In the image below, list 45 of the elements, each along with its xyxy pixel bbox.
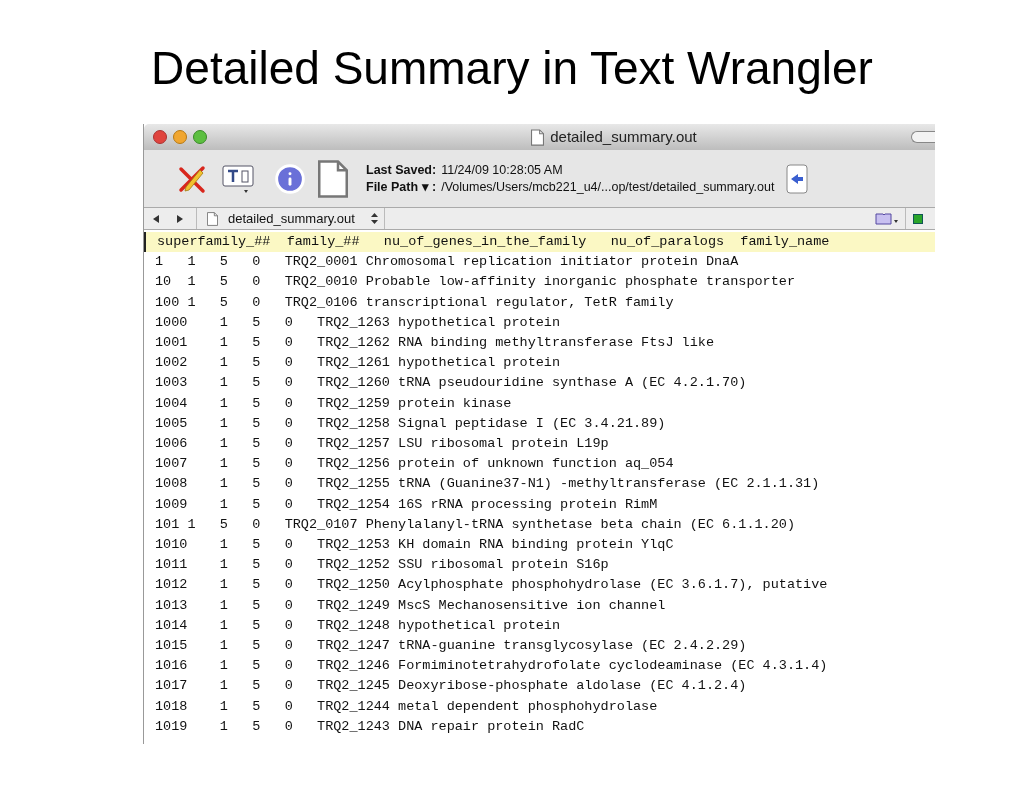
text-line: 1005 1 5 0 TRQ2_1258 Signal peptidase I (EC 3.4.21.89) (154, 414, 667, 433)
text-line: 1017 1 5 0 TRQ2_1245 Deoxyribose-phosphate aldolase (EC 4.1.2.4) (154, 677, 748, 696)
slide-title: Detailed Summary in Text Wrangler (151, 41, 873, 96)
file-path-menu[interactable]: File Path ▾ : (366, 178, 437, 196)
text-line: 1010 1 5 0 TRQ2_1253 KH domain RNA binding protein YlqC (154, 536, 675, 555)
text-line: 1015 1 5 0 TRQ2_1247 tRNA-guanine transglycosylase (EC 2.4.2.29) (154, 637, 748, 656)
text-line: 1007 1 5 0 TRQ2_1256 protein of unknown function aq_054 (154, 455, 675, 474)
text-line: 1008 1 5 0 TRQ2_1255 tRNA (Guanine37-N1) -methyltransferase (EC 2.1.1.31) (154, 475, 821, 494)
book-icon[interactable] (875, 212, 899, 225)
document-icon (531, 128, 545, 146)
document-icon (207, 211, 218, 226)
info-icon[interactable] (274, 162, 306, 195)
text-line: 1013 1 5 0 TRQ2_1249 MscS Mechanosensitive ion channel (154, 596, 667, 615)
previous-icon[interactable] (152, 214, 160, 223)
square-icon[interactable] (913, 213, 923, 224)
text-line: 1009 1 5 0 TRQ2_1254 16S rRNA processing protein RimM (154, 495, 659, 514)
text-line: 1003 1 5 0 TRQ2_1260 tRNA pseudouridine synthase A (EC 4.2.1.70) (154, 374, 748, 393)
text-line: 100 1 5 0 TRQ2_0106 transcriptional regulator, TetR family (154, 293, 675, 312)
text-line: 1018 1 5 0 TRQ2_1244 metal dependent phosphohydrolase (154, 697, 659, 716)
pencil-cross-icon[interactable] (177, 163, 207, 194)
text-line: 1001 1 5 0 TRQ2_1262 RNA binding methyltransferase FtsJ like (154, 334, 715, 352)
stepper-icon[interactable] (370, 213, 378, 224)
last-saved-value: 11/24/09 10:28:05 AM (441, 161, 563, 179)
text-line: 10 1 5 0 TRQ2_0010 Probable low-affinity inorganic phosphate transporter (154, 273, 796, 292)
text-line: 1011 1 5 0 TRQ2_1252 SSU ribosomal protein S16p (154, 556, 610, 575)
last-saved-label: Last Saved: (366, 161, 437, 179)
text-line: 1006 1 5 0 TRQ2_1257 LSU ribosomal protein L19p (154, 435, 610, 454)
text-line: 1 1 5 0 TRQ2_0001 Chromosomal replication initiator protein DnaA (154, 253, 740, 272)
next-icon[interactable] (176, 214, 184, 223)
text-line: 1002 1 5 0 TRQ2_1261 hypothetical protein (154, 354, 562, 373)
zoom-button[interactable] (193, 130, 207, 144)
file-path-value: /Volumes/Users/mcb221_u4/...op/test/detailed_summary.out (441, 178, 775, 196)
text-line: 1019 1 5 0 TRQ2_1243 DNA repair protein RadC (154, 717, 586, 736)
document-menu[interactable]: detailed_summary.out (228, 208, 355, 229)
toolbar-toggle-button[interactable] (911, 131, 935, 143)
text-line: 1014 1 5 0 TRQ2_1248 hypothetical protein (154, 616, 562, 635)
text-line: 1016 1 5 0 TRQ2_1246 Formiminotetrahydrofolate cyclodeaminase (EC 4.3.1.4) (154, 657, 829, 676)
text-line: 1004 1 5 0 TRQ2_1259 protein kinase (154, 394, 513, 413)
document-icon (318, 159, 348, 198)
text-line: 1012 1 5 0 TRQ2_1250 Acylphosphate phosphohydrolase (EC 3.6.1.7), putative (154, 576, 829, 595)
text-line: 1000 1 5 0 TRQ2_1263 hypothetical protein (154, 313, 562, 332)
text-options-icon[interactable] (222, 163, 256, 194)
close-button[interactable] (153, 130, 167, 144)
text-line: 101 1 5 0 TRQ2_0107 Phenylalanyl-tRNA synthetase beta chain (EC 6.1.1.20) (154, 515, 796, 534)
window-title: detailed_summary.out (550, 126, 697, 147)
